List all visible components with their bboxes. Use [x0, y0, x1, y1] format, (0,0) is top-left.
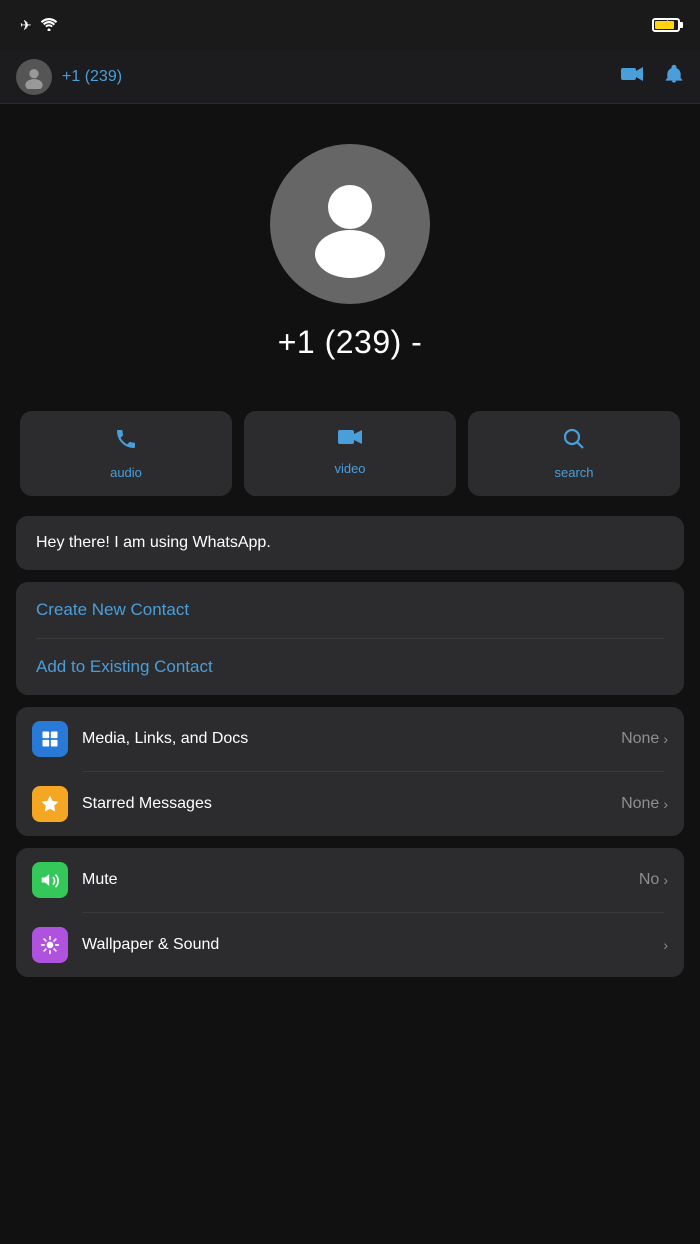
nav-bar: +1 (239): [0, 50, 700, 104]
status-bar: ✈ ⚡: [0, 0, 700, 50]
starred-label: Starred Messages: [82, 795, 607, 813]
media-label: Media, Links, and Docs: [82, 730, 607, 748]
video-call-button[interactable]: video: [244, 411, 456, 496]
create-contact-button[interactable]: Create New Contact: [16, 582, 684, 638]
bell-icon[interactable]: [664, 63, 684, 91]
media-right: None ›: [621, 730, 668, 748]
airplane-icon: ✈: [20, 17, 32, 34]
wallpaper-label: Wallpaper & Sound: [82, 936, 645, 954]
profile-section: +1 (239) -: [0, 104, 700, 391]
media-value: None: [621, 730, 659, 748]
starred-messages-item[interactable]: Starred Messages None ›: [16, 772, 684, 836]
audio-label: audio: [110, 465, 142, 480]
contact-avatar: [270, 144, 430, 304]
phone-number: +1 (239) -: [278, 324, 423, 361]
mute-item[interactable]: Mute No ›: [16, 848, 684, 912]
search-label: search: [554, 465, 593, 480]
status-message-card: Hey there! I am using WhatsApp.: [16, 516, 684, 570]
status-icons-left: ✈: [20, 17, 58, 34]
wifi-icon: [40, 17, 58, 34]
media-links-docs-item[interactable]: Media, Links, and Docs None ›: [16, 707, 684, 771]
audio-call-button[interactable]: audio: [20, 411, 232, 496]
starred-value: None: [621, 795, 659, 813]
search-button[interactable]: search: [468, 411, 680, 496]
wallpaper-right: ›: [659, 937, 668, 953]
add-to-contact-button[interactable]: Add to Existing Contact: [16, 639, 684, 695]
contact-actions-card: Create New Contact Add to Existing Conta…: [16, 582, 684, 695]
wallpaper-chevron: ›: [663, 937, 668, 953]
wallpaper-icon: [32, 927, 68, 963]
nav-left[interactable]: +1 (239): [16, 59, 122, 95]
mute-chevron: ›: [663, 872, 668, 888]
starred-chevron: ›: [663, 796, 668, 812]
nav-phone-number[interactable]: +1 (239): [62, 68, 122, 86]
phone-icon: [114, 427, 138, 457]
mute-right: No ›: [639, 871, 668, 889]
mute-value: No: [639, 871, 659, 889]
wallpaper-sound-item[interactable]: Wallpaper & Sound ›: [16, 913, 684, 977]
settings-card: Mute No › Wallpaper & Sound ›: [16, 848, 684, 977]
media-icon: [32, 721, 68, 757]
battery-icon: ⚡: [652, 18, 680, 32]
main-content: +1 (239) - audio video: [0, 104, 700, 1244]
nav-avatar: [16, 59, 52, 95]
status-icons-right: ⚡: [652, 18, 680, 32]
media-chevron: ›: [663, 731, 668, 747]
mute-label: Mute: [82, 871, 625, 889]
action-buttons: audio video search: [0, 391, 700, 516]
lightning-icon: ⚡: [660, 20, 671, 31]
search-icon: [562, 427, 586, 457]
nav-right: [620, 63, 684, 91]
media-starred-card: Media, Links, and Docs None › Starred Me…: [16, 707, 684, 836]
video-call-icon[interactable]: [620, 65, 644, 89]
video-label: video: [334, 461, 365, 476]
status-message-text: Hey there! I am using WhatsApp.: [16, 516, 684, 570]
star-icon: [32, 786, 68, 822]
video-icon: [337, 427, 363, 453]
mute-icon: [32, 862, 68, 898]
starred-right: None ›: [621, 795, 668, 813]
